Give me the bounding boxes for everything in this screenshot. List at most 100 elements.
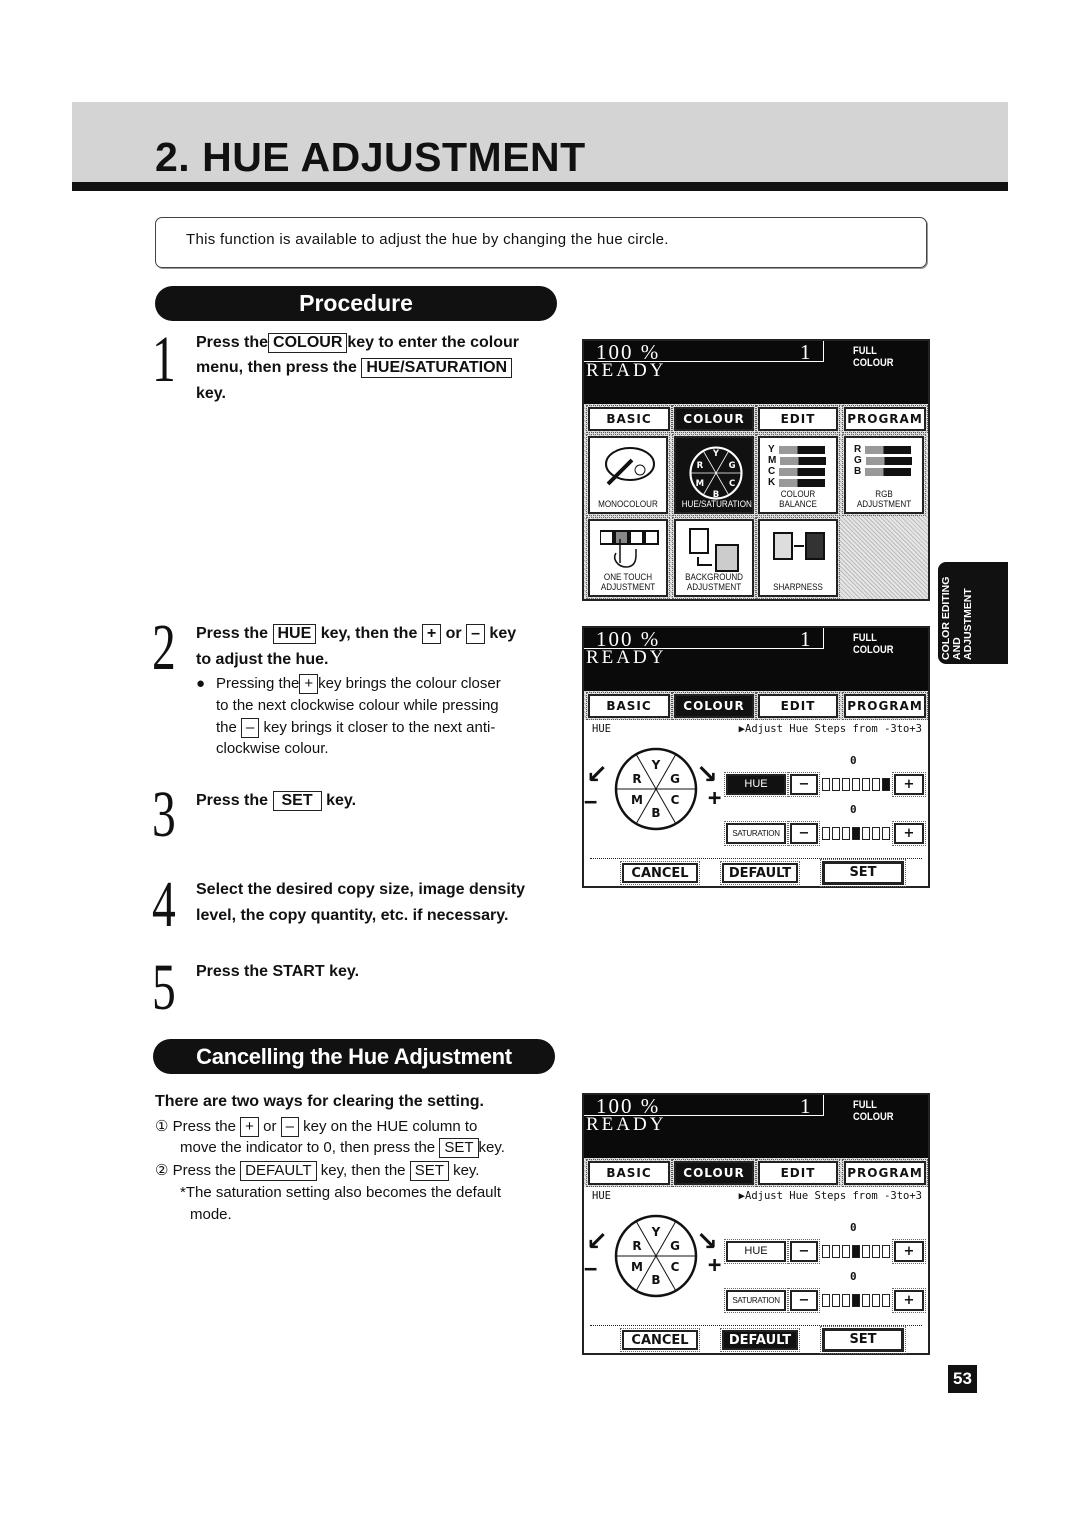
tab-colour[interactable]: COLOUR xyxy=(672,405,756,433)
level-step xyxy=(842,1294,850,1307)
tile-sharpness[interactable]: SHARPNESS xyxy=(756,517,840,599)
tab-basic[interactable]: BASIC xyxy=(586,1159,672,1187)
tab-program[interactable]: PROGRAM xyxy=(842,405,928,433)
tab-edit[interactable]: EDIT xyxy=(756,692,840,720)
info-box: This function is available to adjust the… xyxy=(155,217,927,268)
minus-key: – xyxy=(280,1117,299,1137)
wheel-label-C: C xyxy=(671,793,680,807)
hue-instruction: ▶Adjust Hue Steps from -3to+3 xyxy=(738,1190,922,1202)
text: Press the xyxy=(196,792,269,809)
hue-work-area: HUE ▶Adjust Hue Steps from -3to+3 Y G C B M R ↙… xyxy=(584,1187,928,1354)
wheel-label-M: M xyxy=(696,479,704,489)
level-step xyxy=(852,778,860,791)
hue-level-indicator xyxy=(822,1245,890,1258)
set-key: SET xyxy=(409,1161,449,1181)
divider xyxy=(590,1325,922,1326)
wheel-label-G: G xyxy=(670,1239,680,1253)
hue-minus-button[interactable]: − xyxy=(788,1239,820,1264)
level-step xyxy=(882,778,890,791)
saturation-level-indicator xyxy=(822,1294,890,1307)
touch-panel-colour-menu: 100 % 1 FULL COLOUR READY BASIC COLOUR EDIT PRO… xyxy=(582,339,930,601)
set-button[interactable]: SET xyxy=(820,859,906,887)
bullet-line-1: Pressing the + key brings the colour close… xyxy=(216,673,501,695)
text: Press the xyxy=(172,1162,236,1179)
cancel-button[interactable]: CANCEL xyxy=(620,1328,700,1352)
level-step xyxy=(872,827,880,840)
hue-minus-button[interactable]: − xyxy=(788,772,820,797)
level-step xyxy=(862,778,870,791)
zero-mark: 0 xyxy=(850,803,857,816)
tile-colour-balance[interactable]: Y M C K COLOUR BALANCE xyxy=(756,434,840,516)
text: key. xyxy=(326,792,357,809)
hue-plus-button[interactable]: + xyxy=(892,1239,926,1264)
status-header: 100 % 1 FULL COLOUR READY xyxy=(584,1094,928,1158)
level-bar xyxy=(865,467,912,476)
default-key: DEFAULT xyxy=(240,1161,317,1181)
hue-instruction: ▶Adjust Hue Steps from -3to+3 xyxy=(738,723,922,735)
tile-hue-saturation[interactable]: Y G C B M R HUE/SATURATION xyxy=(672,434,756,516)
tile-label: HUE/SATURATION xyxy=(681,499,752,510)
hue-screen-label: HUE xyxy=(592,723,611,735)
level-bar xyxy=(779,478,826,487)
header-rule xyxy=(72,182,1008,191)
plus-key: + xyxy=(299,674,319,694)
step-2-line-2: to adjust the hue. xyxy=(196,651,329,668)
saturation-minus-button[interactable]: − xyxy=(788,821,820,846)
saturation-button[interactable]: SATURATION xyxy=(724,821,788,846)
tab-edit[interactable]: EDIT xyxy=(756,405,840,433)
level-step xyxy=(832,1245,840,1258)
saturation-minus-button[interactable]: − xyxy=(788,1288,820,1313)
tab-basic[interactable]: BASIC xyxy=(586,692,672,720)
cancelling-heading: Cancelling the Hue Adjustment xyxy=(153,1039,555,1074)
hue-button[interactable]: HUE xyxy=(724,1239,788,1264)
colour-mode: FULL COLOUR xyxy=(853,1099,894,1123)
status-header: 100 % 1 FULL COLOUR READY xyxy=(584,340,928,404)
bar-row: G xyxy=(854,455,912,466)
text: key. xyxy=(478,1139,505,1156)
text: key xyxy=(489,625,517,642)
note-line-1: *The saturation setting also becomes the… xyxy=(180,1184,502,1201)
plus-direction-label: + xyxy=(708,1253,722,1278)
wheel-label-G: G xyxy=(670,772,680,786)
default-button[interactable]: DEFAULT xyxy=(720,861,800,885)
level-step xyxy=(852,827,860,840)
text: Pressing the xyxy=(216,675,300,692)
tab-program[interactable]: PROGRAM xyxy=(842,692,928,720)
level-step xyxy=(822,778,830,791)
rotate-left-arrow-icon: ↙ xyxy=(586,1227,608,1257)
hue-work-area: HUE ▶Adjust Hue Steps from -3to+3 Y G C B M R ↙… xyxy=(584,720,928,887)
saturation-button[interactable]: SATURATION xyxy=(724,1288,788,1313)
text: key brings the colour closer xyxy=(318,675,501,692)
level-step xyxy=(842,1245,850,1258)
tab-colour[interactable]: COLOUR xyxy=(672,692,756,720)
bullet-line-4: clockwise colour. xyxy=(216,740,329,757)
text: key. xyxy=(453,1162,480,1179)
hue-button[interactable]: HUE xyxy=(724,772,788,797)
set-button[interactable]: SET xyxy=(820,1326,906,1354)
cancel-button[interactable]: CANCEL xyxy=(620,861,700,885)
bullet-line-3: the – key brings it closer to the next a… xyxy=(216,717,495,739)
divider xyxy=(590,858,922,859)
hue-plus-button[interactable]: + xyxy=(892,772,926,797)
touch-hand-icon xyxy=(600,530,659,568)
tab-edit[interactable]: EDIT xyxy=(756,1159,840,1187)
saturation-plus-button[interactable]: + xyxy=(892,821,926,846)
hue-saturation-key: HUE/SATURATION xyxy=(361,358,513,378)
bar-row: K xyxy=(768,477,826,488)
tab-colour[interactable]: COLOUR xyxy=(672,1159,756,1187)
tile-one-touch-adjustment[interactable]: ONE TOUCH ADJUSTMENT xyxy=(586,517,670,599)
tab-program[interactable]: PROGRAM xyxy=(842,1159,928,1187)
tile-monocolour[interactable]: MONOCOLOUR xyxy=(586,434,670,516)
colour-key: COLOUR xyxy=(268,333,348,353)
tile-rgb-adjustment[interactable]: R G B RGB ADJUSTMENT xyxy=(842,434,926,516)
bar-label: K xyxy=(768,477,776,488)
step-3-line: Press the SET key. xyxy=(196,788,356,814)
saturation-plus-button[interactable]: + xyxy=(892,1288,926,1313)
bullet-line-2: to the next clockwise colour while press… xyxy=(216,697,499,714)
copy-count: 1 xyxy=(800,340,811,364)
zero-mark: 0 xyxy=(850,1270,857,1283)
default-button[interactable]: DEFAULT xyxy=(720,1328,800,1352)
tile-background-adjustment[interactable]: BACKGROUND ADJUSTMENT xyxy=(672,517,756,599)
bar-row: Y xyxy=(768,444,826,455)
tab-basic[interactable]: BASIC xyxy=(586,405,672,433)
